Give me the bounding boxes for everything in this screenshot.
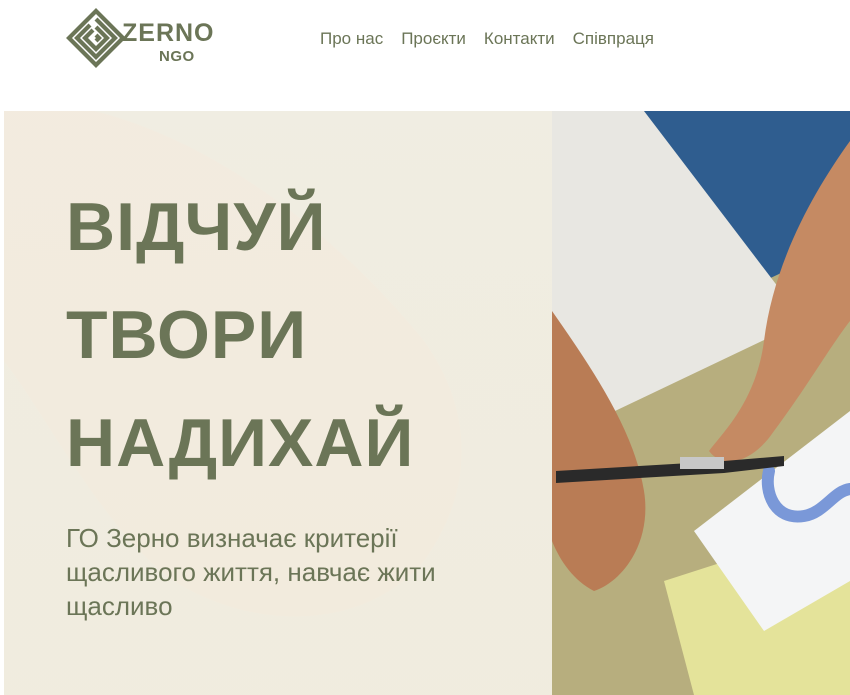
hero-subtitle: ГО Зерно визначає критерії щасливого жит… — [66, 523, 436, 621]
logo[interactable]: ZERNO NGO — [66, 8, 236, 68]
hero-title: ВІДЧУЙ ТВОРИ НАДИХАЙ — [66, 173, 414, 497]
logo-subtitle: NGO — [159, 48, 195, 65]
main-nav: Про нас Проєкти Контакти Співпраця — [320, 29, 654, 49]
spiral-icon — [66, 8, 126, 68]
hero-title-line-2: ТВОРИ — [66, 297, 308, 373]
nav-contacts[interactable]: Контакти — [484, 29, 555, 49]
nav-projects[interactable]: Проєкти — [401, 29, 466, 49]
nav-about[interactable]: Про нас — [320, 29, 383, 49]
hero-section: ВІДЧУЙ ТВОРИ НАДИХАЙ ГО Зерно визначає к… — [4, 111, 850, 695]
logo-wordmark: ZERNO — [122, 19, 215, 47]
hero-title-line-1: ВІДЧУЙ — [66, 189, 327, 265]
site-header: ZERNO NGO Про нас Проєкти Контакти Співп… — [0, 0, 850, 110]
nav-cooperation[interactable]: Співпраця — [573, 29, 654, 49]
hero-title-line-3: НАДИХАЙ — [66, 405, 415, 481]
